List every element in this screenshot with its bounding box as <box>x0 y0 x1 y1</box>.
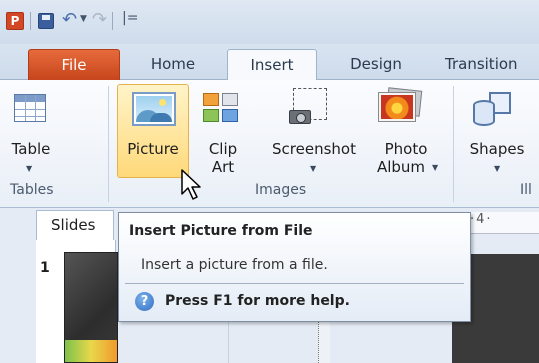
screenshot-label[interactable]: Screenshot <box>262 141 366 158</box>
shapes-dropdown-icon[interactable]: ▼ <box>494 164 500 173</box>
mouse-cursor-icon <box>181 169 201 200</box>
tooltip-divider <box>125 283 464 284</box>
undo-icon[interactable]: ↶ <box>62 9 77 30</box>
tooltip-help-text: Press F1 for more help. <box>165 293 350 309</box>
tooltip-title: Insert Picture from File <box>129 223 313 239</box>
screenshot-dropdown-icon[interactable]: ▼ <box>310 164 316 173</box>
save-icon[interactable] <box>38 13 54 29</box>
ribbon: Table ▼ Tables Picture Clip Art Screensh… <box>0 80 539 208</box>
customize-toolbar-icon[interactable]: |= <box>122 10 138 26</box>
toolbar-divider <box>30 12 31 30</box>
shapes-label[interactable]: Shapes <box>462 141 532 158</box>
tab-transitions[interactable]: Transition <box>445 49 539 80</box>
group-divider <box>108 86 109 202</box>
photo-album-label-line1[interactable]: Photo <box>374 141 438 158</box>
toolbar-divider <box>112 12 113 30</box>
photo-album-dropdown-icon[interactable]: ▼ <box>432 163 438 172</box>
undo-dropdown-icon[interactable]: ▼ <box>80 14 87 24</box>
tooltip: Insert Picture from File Insert a pictur… <box>118 212 471 322</box>
tab-design[interactable]: Design <box>334 49 418 80</box>
redo-icon[interactable]: ↷ <box>92 9 107 30</box>
group-divider <box>453 86 454 202</box>
group-label-images: Images <box>255 182 307 198</box>
picture-button-label[interactable]: Picture <box>118 141 188 158</box>
table-dropdown-icon[interactable]: ▼ <box>26 164 32 173</box>
group-label-tables: Tables <box>10 182 54 198</box>
table-icon[interactable] <box>14 94 46 122</box>
powerpoint-icon[interactable]: P <box>6 12 24 30</box>
photo-album-label-line2[interactable]: Album <box>370 159 432 176</box>
group-label-illustrations: Ill <box>520 182 532 198</box>
tab-insert[interactable]: Insert <box>227 49 317 81</box>
slide-thumbnail[interactable] <box>64 252 118 363</box>
slide-number: 1 <box>40 260 50 276</box>
help-icon: ? <box>135 292 154 311</box>
clip-art-label-line1[interactable]: Clip <box>198 141 248 158</box>
ribbon-tabs: File Home Insert Design Transition <box>0 44 539 81</box>
tab-file[interactable]: File <box>28 49 120 80</box>
picture-icon[interactable] <box>132 92 176 126</box>
photo-album-icon[interactable] <box>379 87 423 123</box>
clip-art-icon[interactable] <box>203 93 241 123</box>
pane-splitter <box>228 322 318 363</box>
vertical-ruler <box>318 322 330 363</box>
tab-home[interactable]: Home <box>138 49 208 80</box>
ruler-marks: ·4· <box>470 212 493 227</box>
table-button-label[interactable]: Table <box>6 141 56 158</box>
quick-access-toolbar: P ↶ ▼ ↷ |= <box>0 0 539 44</box>
camera-icon <box>289 110 311 124</box>
tooltip-description: Insert a picture from a file. <box>141 257 328 273</box>
shapes-icon[interactable] <box>473 92 513 126</box>
tab-slides[interactable]: Slides <box>36 210 114 240</box>
